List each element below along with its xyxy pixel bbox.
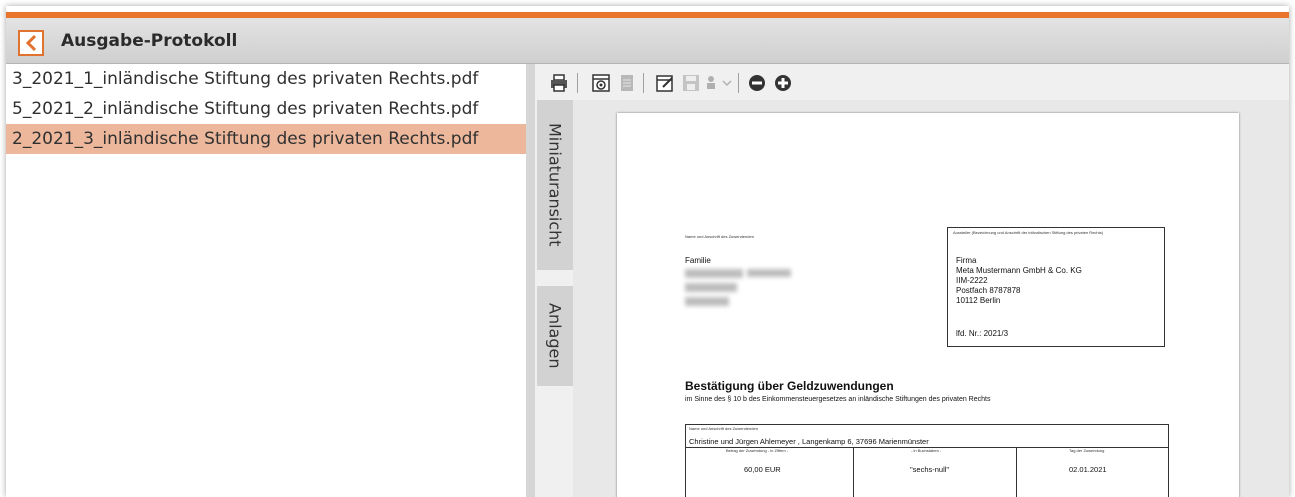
save-icon <box>681 73 701 93</box>
donation-date: 02.01.2021 <box>1069 465 1107 474</box>
lfd-number: lfd. Nr.: 2021/3 <box>956 329 1009 338</box>
redacted-name <box>685 269 743 278</box>
chevron-down-icon <box>721 73 733 93</box>
pdf-viewer: Miniaturansicht Anlagen Name und Anschri… <box>535 64 1289 497</box>
document-area[interactable]: Name und Anschrift des Zuwendenden Famil… <box>573 100 1289 497</box>
col-amount-label: Betrag der Zuwendung - in Ziffern - <box>726 448 789 453</box>
redacted-address <box>685 297 729 306</box>
recipient-address: Firma Meta Mustermann GmbH & Co. KG IIM-… <box>956 256 1082 305</box>
table-donor-value: Christine und Jürgen Ahlemeyer , Langenk… <box>689 437 929 446</box>
document-icon <box>617 73 637 93</box>
redacted-name <box>747 269 791 277</box>
file-item[interactable]: 5_2021_2_inländische Stiftung des privat… <box>6 94 526 124</box>
amount-value: 60,00 EUR <box>744 465 781 474</box>
file-list: 3_2021_1_inländische Stiftung des privat… <box>6 64 526 497</box>
toolbar-separator <box>643 73 644 93</box>
amount-words: "sechs-null" <box>910 465 950 474</box>
tab-attachments[interactable]: Anlagen <box>537 286 573 386</box>
splitter[interactable] <box>526 64 535 497</box>
donor-label: Name und Anschrift des Zuwendenden <box>685 234 754 239</box>
tab-attachments-label: Anlagen <box>545 303 565 369</box>
toolbar-separator <box>577 73 578 93</box>
col-date-label: Tag der Zuwendung <box>1069 448 1105 453</box>
table-donor-label: Name und Anschrift des Zuwendenden <box>689 426 758 431</box>
edit-icon[interactable] <box>655 73 675 93</box>
title-bar: Ausgabe-Protokoll <box>6 18 1289 64</box>
redacted-address <box>685 283 737 292</box>
pdf-page: Name und Anschrift des Zuwendenden Famil… <box>617 113 1239 497</box>
document-heading: Bestätigung über Geldzuwendungen <box>685 379 894 393</box>
print-icon[interactable] <box>549 73 569 93</box>
zoom-out-icon[interactable] <box>747 73 767 93</box>
recipient-box: Aussteller (Bezeichnung und Anschrift de… <box>947 227 1165 347</box>
back-button[interactable] <box>18 30 44 56</box>
app-window: Ausgabe-Protokoll 3_2021_1_inländische S… <box>6 6 1289 497</box>
table-rule <box>1016 447 1017 497</box>
tab-thumbnails-label: Miniaturansicht <box>545 123 565 247</box>
tab-thumbnails[interactable]: Miniaturansicht <box>537 100 573 270</box>
side-tabs: Miniaturansicht Anlagen <box>537 100 573 497</box>
donor-salutation: Familie <box>685 256 711 265</box>
toolbar-separator <box>738 73 739 93</box>
file-item-selected[interactable]: 2_2021_3_inländische Stiftung des privat… <box>6 124 526 154</box>
col-words-label: - in Buchstaben - <box>911 448 942 453</box>
recipient-label: Aussteller (Bezeichnung und Anschrift de… <box>953 230 1104 235</box>
chevron-left-icon <box>25 34 37 52</box>
file-item[interactable]: 3_2021_1_inländische Stiftung des privat… <box>6 64 526 94</box>
table-rule <box>853 447 854 497</box>
donation-table: Name und Anschrift des Zuwendenden Chris… <box>685 424 1169 497</box>
zoom-in-icon[interactable] <box>773 73 793 93</box>
document-subheading: im Sinne des § 10 b des Einkommensteuerg… <box>685 396 991 403</box>
viewer-toolbar <box>535 64 1289 100</box>
preview-icon[interactable] <box>591 73 611 93</box>
page-title: Ausgabe-Protokoll <box>61 31 238 51</box>
